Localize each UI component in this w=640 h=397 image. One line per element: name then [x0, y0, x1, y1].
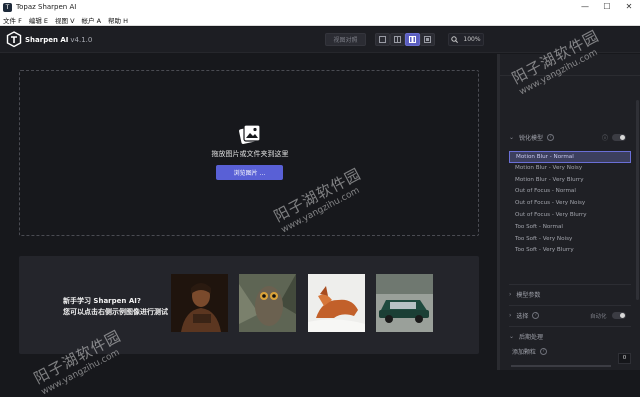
- samples-line-1: 新手学习 Sharpen AI?: [63, 297, 141, 305]
- drop-hint: 拖放图片或文件夹到这里: [211, 150, 289, 158]
- menu-file[interactable]: 文件 F: [3, 15, 22, 25]
- single-view-button[interactable]: [375, 33, 390, 46]
- browse-images-button[interactable]: 浏览图片 ...: [216, 165, 283, 180]
- workspace: 拖放图片或文件夹到这里 浏览图片 ... 新手学习 Sharpen AI? 您可…: [0, 54, 497, 370]
- title-bar: T Topaz Sharpen AI — ☐ ✕: [0, 0, 640, 14]
- params-section-title: 模型参数: [516, 292, 541, 299]
- sample-owl-image: [239, 274, 296, 332]
- model-item-motion-blur-very-blurry[interactable]: Motion Blur - Very Blurry: [509, 175, 631, 187]
- close-button[interactable]: ✕: [618, 0, 640, 14]
- side-by-side-view-button[interactable]: [405, 33, 420, 46]
- settings-panel: ⌄ 锐化模型 ? ⓘ Motion Blur - Normal Motion B…: [500, 54, 640, 370]
- model-item-out-of-focus-normal[interactable]: Out of Focus - Normal: [509, 186, 631, 198]
- toolbar: Sharpen AI v4.1.0 视图对照 100%: [0, 27, 640, 53]
- menu-help[interactable]: 帮助 H: [108, 15, 128, 25]
- help-icon[interactable]: ?: [540, 348, 548, 355]
- app-icon: T: [3, 2, 12, 12]
- model-list: Motion Blur - Normal Motion Blur - Very …: [509, 151, 631, 257]
- sample-thumb-portrait[interactable]: [171, 274, 228, 332]
- sample-fox-image: [308, 274, 365, 332]
- samples-intro: 新手学习 Sharpen AI? 您可以点击右侧示例图像进行测试: [63, 296, 168, 318]
- section-divider: [509, 284, 631, 285]
- auto-toggle[interactable]: [612, 312, 626, 319]
- grain-slider[interactable]: [511, 355, 611, 367]
- model-item-motion-blur-very-noisy[interactable]: Motion Blur - Very Noisy: [509, 163, 631, 175]
- zoom-icon: [451, 36, 459, 43]
- chevron-down-icon: ⌄: [509, 333, 515, 340]
- drop-zone[interactable]: 拖放图片或文件夹到这里 浏览图片 ...: [19, 70, 479, 236]
- post-section-title: 后期处理: [519, 334, 544, 341]
- topaz-logo-icon: [6, 31, 22, 48]
- sample-thumb-owl[interactable]: [239, 274, 296, 332]
- model-toggle[interactable]: [612, 134, 626, 141]
- zoom-control[interactable]: 100%: [448, 33, 484, 46]
- sample-thumb-car[interactable]: [376, 274, 433, 332]
- samples-line-2: 您可以点击右侧示例图像进行测试: [63, 308, 168, 316]
- split-view-icon: [394, 36, 401, 43]
- model-item-motion-blur-normal[interactable]: Motion Blur - Normal: [509, 151, 631, 163]
- section-divider: [509, 326, 631, 327]
- params-section-header[interactable]: › 模型参数: [509, 290, 540, 299]
- sample-portrait-image: [171, 274, 228, 332]
- quad-view-icon: [424, 36, 431, 43]
- menu-account[interactable]: 帐户 A: [82, 15, 102, 25]
- window-title: Topaz Sharpen AI: [16, 3, 77, 11]
- minimize-button[interactable]: —: [574, 0, 596, 14]
- window-controls: — ☐ ✕: [574, 0, 640, 14]
- model-item-too-soft-very-blurry[interactable]: Too Soft - Very Blurry: [509, 245, 631, 257]
- sample-car-image: [376, 274, 433, 332]
- help-icon[interactable]: ?: [532, 312, 540, 319]
- model-item-out-of-focus-very-blurry[interactable]: Out of Focus - Very Blurry: [509, 210, 631, 222]
- select-section-header[interactable]: › 选择 ?: [509, 311, 540, 320]
- post-section-header[interactable]: ⌄ 后期处理: [509, 332, 543, 341]
- quad-view-button[interactable]: [420, 33, 435, 46]
- browse-label: 浏览图片 ...: [233, 170, 266, 177]
- sample-thumb-fox[interactable]: [308, 274, 365, 332]
- model-section-title: 锐化模型: [519, 135, 544, 142]
- chevron-down-icon: ⌄: [509, 134, 515, 141]
- help-icon[interactable]: ?: [547, 134, 555, 141]
- section-divider: [509, 305, 631, 306]
- model-item-too-soft-very-noisy[interactable]: Too Soft - Very Noisy: [509, 234, 631, 246]
- select-label: 选择: [516, 313, 529, 320]
- maximize-button[interactable]: ☐: [596, 0, 618, 14]
- panel-scrollbar[interactable]: [636, 100, 639, 300]
- grain-value-input[interactable]: 0: [618, 353, 631, 364]
- menu-edit[interactable]: 编辑 E: [29, 15, 48, 25]
- model-item-too-soft-normal[interactable]: Too Soft - Normal: [509, 222, 631, 234]
- chevron-right-icon: ›: [509, 291, 512, 298]
- side-by-side-view-icon: [409, 36, 416, 43]
- compare-label: 视图对照: [333, 37, 358, 44]
- chevron-right-icon: ›: [509, 312, 512, 319]
- model-section-header[interactable]: ⌄ 锐化模型 ?: [509, 133, 555, 142]
- menu-bar: 文件 F 编辑 E 视图 V 帐户 A 帮助 H: [0, 14, 640, 26]
- brand-name: Sharpen AI: [25, 36, 69, 44]
- zoom-level: 100%: [463, 36, 481, 43]
- info-icon[interactable]: ⓘ: [602, 133, 608, 142]
- app-brand: Sharpen AI v4.1.0: [25, 36, 92, 44]
- model-item-out-of-focus-very-noisy[interactable]: Out of Focus - Very Noisy: [509, 198, 631, 210]
- auto-label: 自动化: [590, 314, 607, 320]
- split-view-button[interactable]: [390, 33, 405, 46]
- image-icon: [239, 124, 261, 144]
- menu-view[interactable]: 视图 V: [55, 15, 75, 25]
- app-version: v4.1.0: [70, 36, 93, 44]
- compare-view-button[interactable]: 视图对照: [325, 33, 366, 46]
- single-view-icon: [379, 36, 386, 43]
